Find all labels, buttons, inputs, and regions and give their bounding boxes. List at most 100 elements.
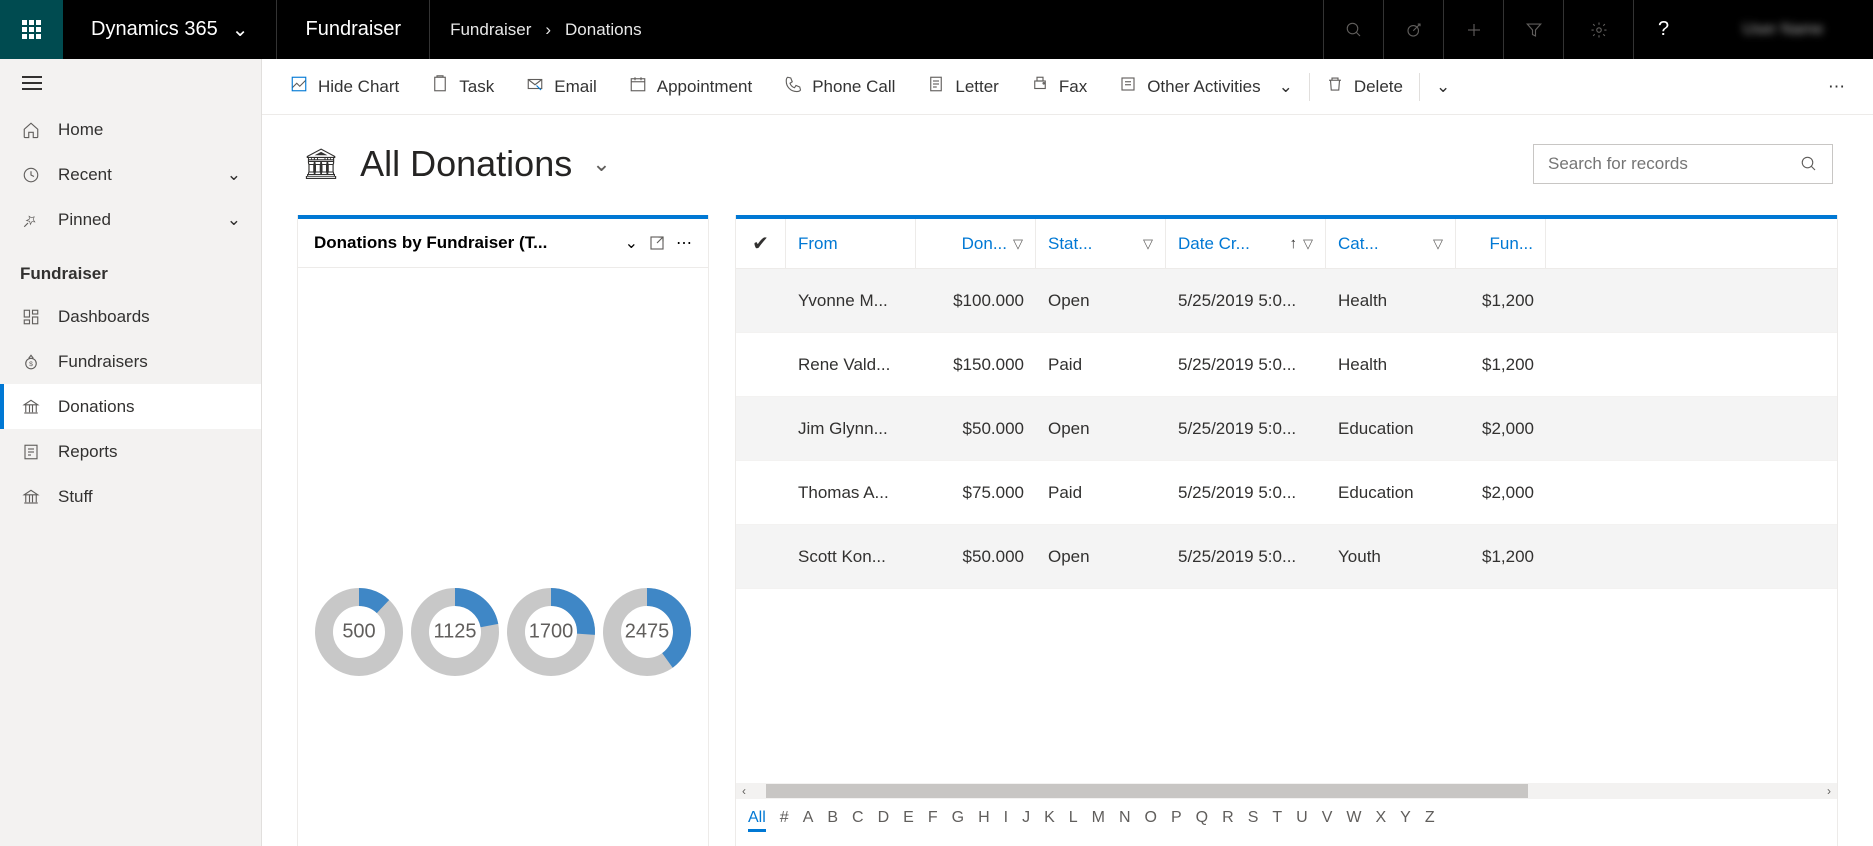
alpha-#[interactable]: # — [780, 809, 789, 832]
column-header-date[interactable]: Date Cr... ↑ ▽ — [1166, 219, 1326, 268]
column-header-category[interactable]: Cat... ▽ — [1326, 219, 1456, 268]
table-row[interactable]: Rene Vald... $150.000 Paid 5/25/2019 5:0… — [736, 333, 1837, 397]
alpha-v[interactable]: V — [1322, 809, 1333, 832]
search-input[interactable] — [1548, 154, 1800, 174]
donut-gauge[interactable]: 1700 — [506, 587, 596, 677]
cmd-other-activities[interactable]: Other Activities ⌄ — [1103, 59, 1309, 114]
alpha-h[interactable]: H — [978, 809, 990, 832]
chevron-down-icon: ⌄ — [1279, 77, 1293, 97]
svg-text:$: $ — [29, 360, 33, 367]
cmd-delete[interactable]: Delete — [1310, 59, 1419, 114]
nav-home[interactable]: Home — [0, 107, 261, 152]
alpha-w[interactable]: W — [1346, 809, 1361, 832]
advanced-find-button[interactable] — [1503, 0, 1563, 59]
overflow-dropdown[interactable]: ⌄ — [1420, 59, 1466, 114]
alpha-l[interactable]: L — [1069, 809, 1078, 832]
cell-fund: $1,200 — [1456, 355, 1546, 375]
cmd-hide-chart[interactable]: Hide Chart — [274, 59, 415, 114]
quick-create-button[interactable] — [1443, 0, 1503, 59]
alpha-p[interactable]: P — [1171, 809, 1182, 832]
filter-icon[interactable]: ▽ — [1433, 236, 1443, 252]
column-header-from[interactable]: From — [786, 219, 916, 268]
alpha-e[interactable]: E — [903, 809, 914, 832]
column-header-donation[interactable]: Don... ▽ — [916, 219, 1036, 268]
grid-body: Yvonne M... $100.000 Open 5/25/2019 5:0.… — [736, 269, 1837, 783]
alpha-m[interactable]: M — [1092, 809, 1105, 832]
cmd-fax[interactable]: Fax — [1015, 59, 1103, 114]
global-search-button[interactable] — [1323, 0, 1383, 59]
alpha-q[interactable]: Q — [1196, 809, 1208, 832]
alpha-t[interactable]: T — [1272, 809, 1282, 832]
alpha-x[interactable]: X — [1375, 809, 1386, 832]
user-menu[interactable]: User Name — [1693, 0, 1873, 59]
cmd-task[interactable]: Task — [415, 59, 510, 114]
help-button[interactable]: ? — [1633, 0, 1693, 59]
alpha-j[interactable]: J — [1022, 809, 1030, 832]
table-row[interactable]: Scott Kon... $50.000 Open 5/25/2019 5:0.… — [736, 525, 1837, 589]
cmd-letter[interactable]: Letter — [911, 59, 1014, 114]
alpha-o[interactable]: O — [1145, 809, 1157, 832]
alpha-c[interactable]: C — [852, 809, 864, 832]
nav-collapse-button[interactable] — [0, 59, 261, 107]
column-header-fund[interactable]: Fun... — [1456, 219, 1546, 268]
alpha-f[interactable]: F — [928, 809, 938, 832]
breadcrumb-item-1[interactable]: Donations — [565, 20, 642, 40]
donut-gauge[interactable]: 1125 — [410, 587, 500, 677]
alpha-s[interactable]: S — [1248, 809, 1259, 832]
cmd-appointment[interactable]: Appointment — [613, 59, 768, 114]
horizontal-scrollbar[interactable]: ‹ › — [736, 783, 1837, 799]
alpha-r[interactable]: R — [1222, 809, 1234, 832]
alpha-b[interactable]: B — [827, 809, 838, 832]
cell-category: Education — [1326, 483, 1456, 503]
alpha-k[interactable]: K — [1044, 809, 1055, 832]
view-selector-dropdown[interactable]: ⌄ — [592, 151, 610, 177]
task-flow-button[interactable] — [1383, 0, 1443, 59]
table-row[interactable]: Thomas A... $75.000 Paid 5/25/2019 5:0..… — [736, 461, 1837, 525]
breadcrumb-item-0[interactable]: Fundraiser — [450, 20, 531, 40]
brand-dropdown[interactable]: Dynamics 365 ⌄ — [63, 0, 277, 59]
nav-item-donations[interactable]: Donations — [0, 384, 261, 429]
cmd-label: Email — [554, 77, 597, 97]
cmd-phone-call[interactable]: Phone Call — [768, 59, 911, 114]
report-icon — [20, 443, 42, 461]
chart-more-button[interactable]: ⋯ — [676, 233, 692, 253]
chart-header: Donations by Fundraiser (T... ⌄ ⋯ — [298, 219, 708, 268]
nav-item-dashboards[interactable]: Dashboards — [0, 294, 261, 339]
app-launcher-button[interactable] — [0, 0, 63, 59]
chevron-down-icon: ⌄ — [227, 210, 241, 230]
nav-item-stuff[interactable]: Stuff — [0, 474, 261, 519]
table-row[interactable]: Jim Glynn... $50.000 Open 5/25/2019 5:0.… — [736, 397, 1837, 461]
filter-icon[interactable]: ▽ — [1013, 236, 1023, 252]
filter-icon[interactable]: ▽ — [1303, 236, 1313, 252]
alpha-y[interactable]: Y — [1400, 809, 1411, 832]
alpha-z[interactable]: Z — [1425, 809, 1435, 832]
donut-gauge[interactable]: 500 — [314, 587, 404, 677]
alpha-a[interactable]: A — [803, 809, 814, 832]
alpha-u[interactable]: U — [1296, 809, 1308, 832]
donut-gauge[interactable]: 2475 — [602, 587, 692, 677]
alpha-n[interactable]: N — [1119, 809, 1131, 832]
nav-pinned[interactable]: Pinned ⌄ — [0, 197, 261, 242]
chart-dropdown[interactable]: ⌄ — [625, 233, 638, 253]
cell-from: Rene Vald... — [786, 355, 916, 375]
cell-status: Paid — [1036, 355, 1166, 375]
table-row[interactable]: Yvonne M... $100.000 Open 5/25/2019 5:0.… — [736, 269, 1837, 333]
cmd-email[interactable]: Email — [510, 59, 613, 114]
alpha-all[interactable]: All — [748, 809, 766, 832]
expand-icon[interactable] — [648, 234, 666, 252]
select-all-checkbox[interactable]: ✔ — [736, 219, 786, 268]
nav-recent[interactable]: Recent ⌄ — [0, 152, 261, 197]
record-search[interactable] — [1533, 144, 1833, 184]
more-commands-button[interactable]: ⋯ — [1812, 59, 1861, 114]
alpha-d[interactable]: D — [878, 809, 890, 832]
settings-button[interactable] — [1563, 0, 1633, 59]
filter-icon[interactable]: ▽ — [1143, 236, 1153, 252]
nav-item-fundraisers[interactable]: $ Fundraisers — [0, 339, 261, 384]
cmd-label: Letter — [955, 77, 998, 97]
alpha-i[interactable]: I — [1004, 809, 1008, 832]
alpha-g[interactable]: G — [952, 809, 964, 832]
scroll-thumb[interactable] — [766, 784, 1528, 798]
nav-item-reports[interactable]: Reports — [0, 429, 261, 474]
column-header-status[interactable]: Stat... ▽ — [1036, 219, 1166, 268]
funnel-icon — [1525, 21, 1543, 39]
